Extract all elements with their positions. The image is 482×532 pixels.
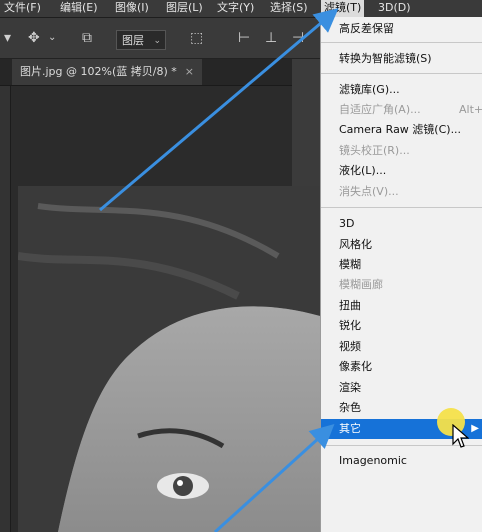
menu-item-lens-correction[interactable]: 镜头校正(R)...: [321, 141, 482, 161]
menu-separator: [321, 42, 482, 43]
menu-item-distort[interactable]: 扭曲: [321, 296, 482, 316]
menu-select[interactable]: 选择(S): [270, 0, 308, 17]
menu-item-filter-gallery[interactable]: 滤镜库(G)...: [321, 80, 482, 100]
document-canvas[interactable]: [18, 186, 320, 532]
align-right-icon[interactable]: ⊣: [292, 30, 304, 46]
menu-filter[interactable]: 滤镜(T): [321, 0, 365, 17]
menu-image[interactable]: 图像(I): [115, 0, 149, 17]
align-center-icon[interactable]: ⊥: [265, 30, 277, 46]
transform-controls-icon[interactable]: ⬚: [190, 30, 203, 46]
menu-item-imagenomic[interactable]: Imagenomic: [321, 451, 482, 471]
menu-separator: [321, 73, 482, 74]
layer-stack-icon[interactable]: ⧉: [82, 30, 92, 46]
chevron-down-icon[interactable]: ⌄: [48, 30, 56, 46]
menu-item-blur-gallery[interactable]: 模糊画廊: [321, 275, 482, 295]
menu-item-pixelate[interactable]: 像素化: [321, 357, 482, 377]
filter-menu: 高反差保留 转换为智能滤镜(S) 滤镜库(G)... 自适应广角(A)... Al…: [320, 17, 482, 532]
document-tab-title: 图片.jpg @ 102%(蓝 拷贝/8) *: [20, 65, 177, 78]
menu-item-blur[interactable]: 模糊: [321, 255, 482, 275]
move-icon[interactable]: ✥: [28, 30, 40, 46]
menu-item-render[interactable]: 渲染: [321, 378, 482, 398]
menu-file[interactable]: 文件(F): [4, 0, 41, 17]
auto-select-dropdown[interactable]: 图层 ⌄: [116, 30, 166, 50]
portrait-photo: [18, 186, 320, 532]
menu-item-stylize[interactable]: 风格化: [321, 235, 482, 255]
menu-item-sharpen[interactable]: 锐化: [321, 316, 482, 336]
toolbar-strip: [0, 86, 11, 532]
align-left-icon[interactable]: ⊢: [238, 30, 250, 46]
chevron-down-icon: ⌄: [153, 36, 161, 46]
menu-type[interactable]: 文字(Y): [217, 0, 254, 17]
menu-layer[interactable]: 图层(L): [166, 0, 203, 17]
menubar: 文件(F) 编辑(E) 图像(I) 图层(L) 文字(Y) 选择(S) 滤镜(T…: [0, 0, 482, 18]
menu-edit[interactable]: 编辑(E): [60, 0, 98, 17]
menu-item-liquify[interactable]: 液化(L)...: [321, 161, 482, 181]
menu-item-convert-smart-filter[interactable]: 转换为智能滤镜(S): [321, 49, 482, 69]
menu-3d[interactable]: 3D(D): [378, 0, 411, 17]
mouse-pointer-icon: [452, 424, 469, 448]
menu-item-camera-raw[interactable]: Camera Raw 滤镜(C)...: [321, 120, 482, 140]
document-tab-bar: 图片.jpg @ 102%(蓝 拷贝/8) * ×: [0, 59, 320, 86]
close-icon[interactable]: ×: [185, 65, 194, 78]
submenu-arrow-icon: ▶: [471, 423, 479, 434]
menu-item-vanishing-point[interactable]: 消失点(V)...: [321, 182, 482, 202]
menu-item-3d[interactable]: 3D: [321, 214, 482, 234]
menu-item-adaptive-wide-angle[interactable]: 自适应广角(A)... Alt+: [321, 100, 482, 120]
menu-item-high-pass[interactable]: 高反差保留: [321, 19, 482, 39]
menu-separator: [321, 207, 482, 208]
auto-select-value: 图层: [122, 34, 144, 47]
tool-menu-icon[interactable]: ▾: [4, 30, 11, 46]
menu-item-video[interactable]: 视频: [321, 337, 482, 357]
document-tab[interactable]: 图片.jpg @ 102%(蓝 拷贝/8) * ×: [12, 59, 202, 85]
